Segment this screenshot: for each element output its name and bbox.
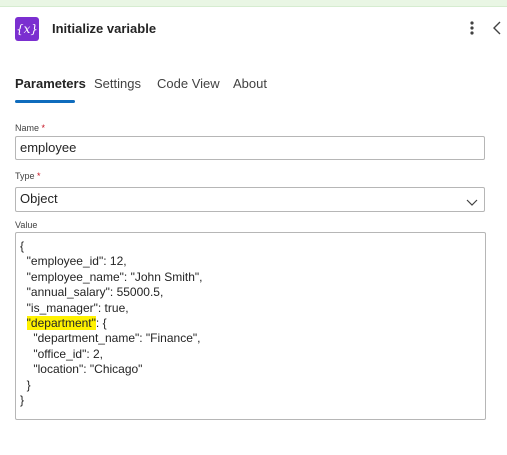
required-marker: * (41, 123, 46, 133)
value-line: "department": { (20, 315, 485, 331)
more-options-icon[interactable] (465, 19, 479, 37)
value-text: : { (95, 315, 107, 330)
value-text: { (20, 239, 25, 253)
type-label-text: Type (15, 171, 35, 181)
panel-header: {x} Initialize variable (0, 7, 507, 53)
highlighted-key: "department" (26, 315, 96, 330)
value-text: } (20, 392, 25, 407)
top-strip (0, 0, 507, 7)
value-text: "annual_salary": 55000.5, (26, 285, 164, 300)
type-dropdown[interactable]: Object (15, 187, 485, 212)
value-line: "employee_name": "John Smith", (20, 270, 485, 285)
name-input[interactable]: employee (15, 136, 485, 160)
value-text: "employee_name": "John Smith", (26, 269, 203, 284)
value-text: "office_id": 2, (33, 346, 104, 361)
type-selected-value: Object (20, 191, 58, 206)
action-title[interactable]: Initialize variable (52, 21, 156, 36)
value-line: "annual_salary": 55000.5, (20, 285, 485, 300)
value-line: "location": "Chicago" (20, 362, 485, 377)
value-line: } (20, 378, 485, 393)
type-label: Type * (15, 171, 41, 181)
value-text: "employee_id": 12, (26, 254, 127, 269)
action-details-panel: {x} Initialize variable Parameters Setti… (0, 0, 507, 455)
value-line: "department_name": "Finance", (20, 331, 485, 346)
active-tab-indicator (15, 100, 75, 103)
value-line: } (20, 393, 485, 408)
value-text: "department_name": "Finance", (33, 331, 201, 346)
variable-icon: {x} (15, 17, 39, 41)
name-label-text: Name (15, 123, 40, 133)
chevron-down-icon (466, 193, 478, 206)
value-editor[interactable]: { "employee_id": 12, "employee_name": "J… (15, 232, 486, 420)
tab-code-view[interactable]: Code View (157, 76, 220, 91)
collapse-panel-icon[interactable] (490, 19, 504, 37)
value-text: "is_manager": true, (26, 300, 129, 315)
value-line: "is_manager": true, (20, 301, 485, 316)
value-text: "location": "Chicago" (33, 362, 143, 377)
tab-parameters[interactable]: Parameters (15, 76, 86, 91)
tab-settings[interactable]: Settings (94, 76, 141, 91)
value-line: { (20, 239, 485, 254)
value-line: "employee_id": 12, (20, 254, 485, 269)
value-label: Value (15, 220, 38, 230)
tab-about[interactable]: About (233, 76, 267, 91)
name-label: Name * (15, 123, 45, 133)
value-line: "office_id": 2, (20, 347, 485, 362)
value-text: } (26, 377, 31, 392)
required-marker: * (37, 171, 41, 181)
